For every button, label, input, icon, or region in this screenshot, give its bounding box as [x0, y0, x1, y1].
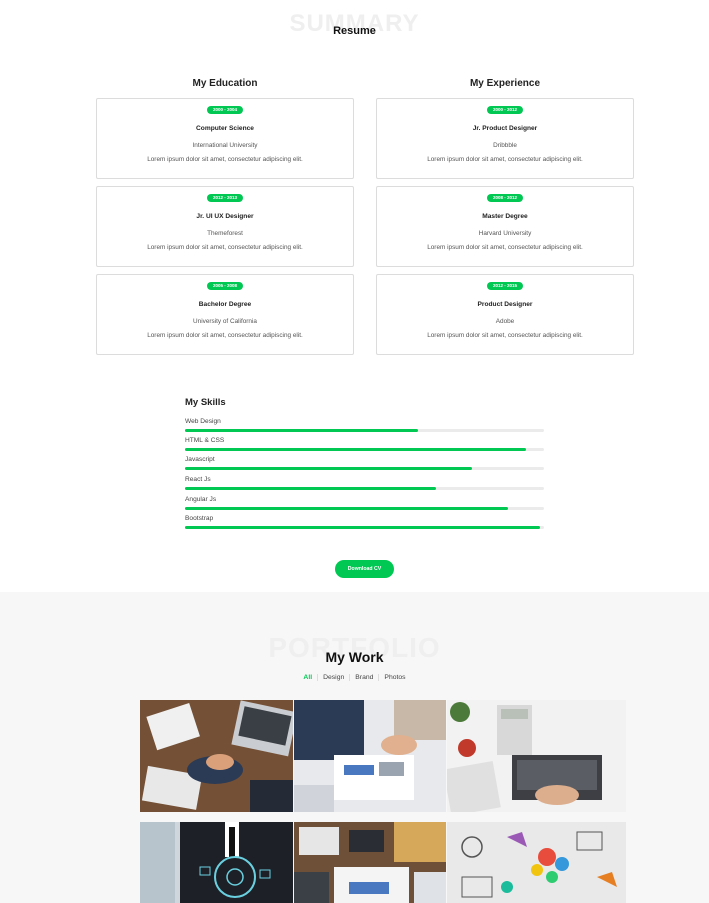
skill-label: HTML & CSS: [185, 437, 225, 444]
card-title: Jr. Product Designer: [472, 125, 538, 132]
portfolio-image-workspace[interactable]: [294, 822, 446, 903]
skill-web-design: Web Design: [185, 418, 544, 436]
card-title: Product Designer: [477, 301, 533, 308]
skill-track: [185, 429, 544, 432]
card-description: Lorem ipsum dolor sit amet, consectetur …: [147, 332, 303, 339]
experience-heading: My Experience: [469, 78, 541, 89]
filter-brand[interactable]: Brand: [350, 674, 378, 681]
year-badge: 2012 - 2015: [486, 282, 524, 290]
experience-card: 2012 - 2015 Product Designer Adobe Lorem…: [376, 274, 634, 355]
experience-card: 2008 - 2012 Master Degree Harvard Univer…: [376, 186, 634, 267]
card-description: Lorem ipsum dolor sit amet, consectetur …: [427, 156, 583, 163]
skill-fill: [185, 467, 473, 470]
resume-title: Resume: [333, 25, 376, 37]
skill-html-css: HTML & CSS: [185, 437, 544, 455]
experience-card: 2000 - 2012 Jr. Product Designer Dribbbl…: [376, 98, 634, 179]
card-title: Computer Science: [196, 125, 254, 132]
skill-fill: [185, 526, 541, 529]
skill-fill: [185, 487, 437, 490]
card-subtitle: Harvard University: [478, 230, 532, 237]
skill-track: [185, 507, 544, 510]
skill-fill: [185, 448, 527, 451]
skill-track: [185, 448, 544, 451]
education-card: 2012 - 2013 Jr. UI UX Designer Themefore…: [96, 186, 354, 267]
skill-label: Angular Js: [185, 496, 217, 503]
year-badge: 2000 - 2004: [206, 106, 244, 114]
education-card: 2000 - 2004 Computer Science Internation…: [96, 98, 354, 179]
card-description: Lorem ipsum dolor sit amet, consectetur …: [147, 156, 303, 163]
skill-fill: [185, 507, 509, 510]
portfolio-title: My Work: [325, 649, 384, 665]
skill-track: [185, 467, 544, 470]
skill-react-js: React Js: [185, 476, 544, 494]
card-description: Lorem ipsum dolor sit amet, consectetur …: [147, 244, 303, 251]
card-subtitle: Dribbble: [493, 142, 517, 149]
card-description: Lorem ipsum dolor sit amet, consectetur …: [427, 244, 583, 251]
portfolio-image-desk[interactable]: [447, 700, 626, 812]
card-description: Lorem ipsum dolor sit amet, consectetur …: [427, 332, 583, 339]
skill-label: Web Design: [185, 418, 221, 425]
skill-fill: [185, 429, 419, 432]
year-badge: 2005 - 2008: [206, 282, 244, 290]
education-heading: My Education: [192, 78, 258, 89]
portfolio-image-handshake[interactable]: [140, 700, 293, 812]
filter-all[interactable]: All: [298, 674, 317, 681]
download-cv-button[interactable]: Download CV: [335, 560, 394, 578]
portfolio-image-icons-sketch[interactable]: [447, 822, 626, 903]
skill-label: Bootstrap: [185, 515, 214, 522]
skill-label: Javascript: [185, 456, 215, 463]
skill-label: React Js: [185, 476, 211, 483]
card-title: Bachelor Degree: [198, 301, 252, 308]
card-subtitle: International University: [192, 142, 258, 149]
skill-track: [185, 526, 544, 529]
filter-design[interactable]: Design: [318, 674, 349, 681]
card-subtitle: University of California: [193, 318, 257, 325]
skill-javascript: Javascript: [185, 456, 544, 474]
card-title: Master Degree: [482, 213, 528, 220]
year-badge: 2008 - 2012: [486, 194, 524, 202]
filter-photos[interactable]: Photos: [379, 674, 410, 681]
card-subtitle: Adobe: [495, 318, 515, 325]
skill-track: [185, 487, 544, 490]
skill-bootstrap: Bootstrap: [185, 515, 544, 533]
year-badge: 2012 - 2013: [206, 194, 244, 202]
portfolio-image-meeting[interactable]: [294, 700, 446, 812]
portfolio-filters: All Design Brand Photos: [0, 674, 709, 681]
skill-angular-js: Angular Js: [185, 496, 544, 514]
education-card: 2005 - 2008 Bachelor Degree University o…: [96, 274, 354, 355]
skills-heading: My Skills: [185, 397, 226, 408]
card-title: Jr. UI UX Designer: [196, 213, 254, 220]
card-subtitle: Themeforest: [207, 230, 243, 237]
portfolio-image-business-tech[interactable]: [140, 822, 293, 903]
year-badge: 2000 - 2012: [486, 106, 524, 114]
